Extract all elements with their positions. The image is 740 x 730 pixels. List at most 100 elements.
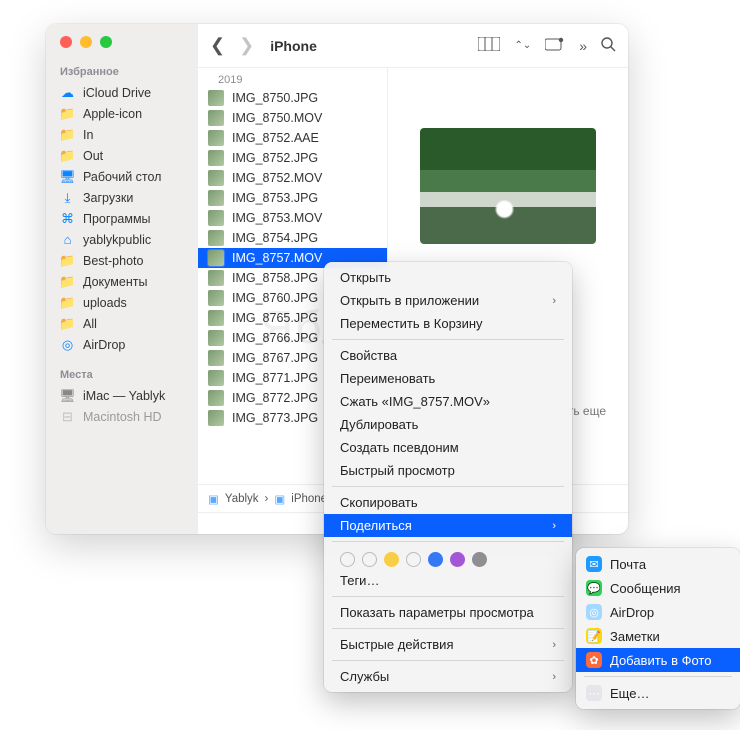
maximize-button[interactable] [100, 36, 112, 48]
tag-color[interactable] [472, 552, 487, 567]
sidebar-item-label: yablykpublic [83, 233, 151, 247]
folder-icon: 📁 [60, 127, 75, 142]
menu-item[interactable]: Быстрые действия› [324, 633, 572, 656]
sidebar-item-label: Программы [83, 212, 151, 226]
submenu-item[interactable]: ◎AirDrop [576, 600, 740, 624]
tag-color[interactable] [340, 552, 355, 567]
submenu-item-label: Добавить в Фото [610, 653, 711, 668]
nav-back-icon[interactable]: ❮ [210, 35, 225, 56]
file-row[interactable]: IMG_8753.MOV [198, 208, 387, 228]
menu-item[interactable]: Создать псевдоним [324, 436, 572, 459]
sidebar-item[interactable]: ☁︎iCloud Drive [46, 82, 198, 103]
sidebar-item[interactable]: 📁Документы [46, 271, 198, 292]
file-row[interactable]: IMG_8752.JPG [198, 148, 387, 168]
menu-separator [332, 541, 564, 542]
menu-item[interactable]: Показать параметры просмотра [324, 601, 572, 624]
close-button[interactable] [60, 36, 72, 48]
notes-icon: 📝 [586, 628, 602, 644]
nav-forward-icon[interactable]: ❯ [239, 35, 254, 56]
menu-item[interactable]: Поделиться› [324, 514, 572, 537]
sidebar-item[interactable]: 📁Apple-icon [46, 103, 198, 124]
sidebar-item[interactable]: 🖥Рабочий стол [46, 166, 198, 187]
disk-icon: ⊟ [60, 409, 75, 424]
file-name: IMG_8754.JPG [232, 231, 318, 245]
menu-item[interactable]: Скопировать [324, 491, 572, 514]
path-root[interactable]: Yablyk [225, 493, 259, 505]
sidebar-item[interactable]: ◎AirDrop [46, 334, 198, 355]
file-thumb-icon [208, 330, 224, 346]
tag-color[interactable] [450, 552, 465, 567]
file-name: IMG_8765.JPG [232, 311, 318, 325]
file-name: IMG_8758.JPG [232, 271, 318, 285]
show-more-label[interactable]: ть еще [568, 404, 606, 418]
menu-item[interactable]: Переименовать [324, 367, 572, 390]
tag-color[interactable] [428, 552, 443, 567]
sidebar-item[interactable]: 📁All [46, 313, 198, 334]
menu-item-label: Переместить в Корзину [340, 316, 483, 331]
file-row[interactable]: IMG_8752.MOV [198, 168, 387, 188]
group-icon[interactable] [545, 37, 565, 54]
desktop-icon: 🖥 [60, 169, 75, 184]
sidebar-item[interactable]: 📁uploads [46, 292, 198, 313]
search-icon[interactable] [601, 37, 616, 55]
sidebar-item[interactable]: 📁Best-photo [46, 250, 198, 271]
sidebar-item[interactable]: ⌂yablykpublic [46, 229, 198, 250]
file-thumb-icon [208, 370, 224, 386]
sidebar-item[interactable]: 📁Out [46, 145, 198, 166]
chevron-right-icon: › [552, 671, 556, 683]
menu-item[interactable]: Быстрый просмотр [324, 459, 572, 482]
sidebar-place[interactable]: ⊟Macintosh HD [46, 406, 198, 427]
airdrop-icon: ◎ [586, 604, 602, 620]
more-icon[interactable]: » [579, 38, 587, 54]
app-icon: ⌘ [60, 211, 75, 226]
menu-item[interactable]: Службы› [324, 665, 572, 688]
sidebar-item[interactable]: 📁In [46, 124, 198, 145]
submenu-item[interactable]: ✉Почта [576, 552, 740, 576]
file-row[interactable]: IMG_8750.JPG [198, 88, 387, 108]
minimize-button[interactable] [80, 36, 92, 48]
file-thumb-icon [208, 290, 224, 306]
tag-row[interactable] [324, 546, 572, 569]
menu-item[interactable]: Свойства [324, 344, 572, 367]
file-row[interactable]: IMG_8753.JPG [198, 188, 387, 208]
sidebar-item[interactable]: ⤓Загрузки [46, 187, 198, 208]
preview-image [420, 128, 596, 244]
view-dropdown-icon[interactable]: ⌃⌄ [514, 40, 531, 51]
path-sub[interactable]: iPhone [291, 493, 327, 505]
menu-item[interactable]: Теги… [324, 569, 572, 592]
menu-item-label: Переименовать [340, 371, 435, 386]
menu-separator [332, 628, 564, 629]
menu-item[interactable]: Открыть в приложении› [324, 289, 572, 312]
sidebar-place[interactable]: 🖥iMac — Yablyk [46, 385, 198, 406]
folder-icon: ▣ [208, 492, 219, 506]
sidebar-head-favorites: Избранное [46, 60, 198, 82]
submenu-item-label: Сообщения [610, 581, 681, 596]
share-submenu[interactable]: ✉Почта💬Сообщения◎AirDrop📝Заметки✿Добавит… [576, 548, 740, 709]
file-row[interactable]: IMG_8752.AAE [198, 128, 387, 148]
menu-item-label: Быстрые действия [340, 637, 453, 652]
view-columns-icon[interactable] [478, 37, 500, 54]
file-thumb-icon [208, 390, 224, 406]
window-controls [46, 36, 198, 60]
menu-item[interactable]: Переместить в Корзину [324, 312, 572, 335]
file-row[interactable]: IMG_8750.MOV [198, 108, 387, 128]
file-name: IMG_8753.JPG [232, 191, 318, 205]
tag-color[interactable] [362, 552, 377, 567]
file-name: IMG_8757.MOV [232, 251, 322, 265]
sidebar-item-label: Out [83, 149, 103, 163]
folder-icon: 📁 [60, 316, 75, 331]
menu-item[interactable]: Открыть [324, 266, 572, 289]
menu-item-label: Скопировать [340, 495, 418, 510]
tag-color[interactable] [384, 552, 399, 567]
submenu-item[interactable]: ✿Добавить в Фото [576, 648, 740, 672]
menu-item[interactable]: Дублировать [324, 413, 572, 436]
file-row[interactable]: IMG_8754.JPG [198, 228, 387, 248]
file-name: IMG_8753.MOV [232, 211, 322, 225]
submenu-item[interactable]: 💬Сообщения [576, 576, 740, 600]
tag-color[interactable] [406, 552, 421, 567]
sidebar-item[interactable]: ⌘ Программы [46, 208, 198, 229]
submenu-item[interactable]: 📝Заметки [576, 624, 740, 648]
menu-item[interactable]: Сжать «IMG_8757.MOV» [324, 390, 572, 413]
submenu-item[interactable]: ⋯Еще… [576, 681, 740, 705]
context-menu[interactable]: ОткрытьОткрыть в приложении› Переместить … [324, 262, 572, 692]
